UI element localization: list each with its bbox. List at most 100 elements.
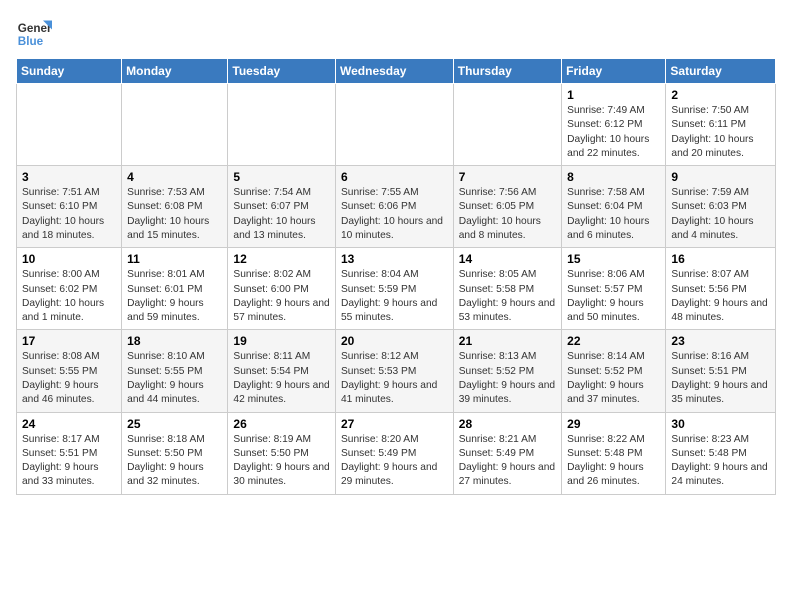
calendar-cell: 1Sunrise: 7:49 AM Sunset: 6:12 PM Daylig… <box>562 84 666 166</box>
calendar-week-row: 10 Sunrise: 8:00 AM Sunset: 6:02 PM Dayli… <box>17 248 776 330</box>
calendar-cell: 20Sunrise: 8:12 AM Sunset: 5:53 PM Dayli… <box>336 330 454 412</box>
day-info: Sunrise: 8:10 AM Sunset: 5:55 PM Dayligh… <box>127 350 222 407</box>
day-number: 9 <box>671 170 770 184</box>
day-number: 28 <box>459 417 556 431</box>
calendar-cell: 3 Sunrise: 7:51 AM Sunset: 6:10 PM Daylig… <box>17 166 122 248</box>
day-number: 23 <box>671 334 770 348</box>
calendar-cell: 28 Sunrise: 8:21 AM Sunset: 5:49 PM Dayli… <box>453 412 561 494</box>
calendar-week-row: 24 Sunrise: 8:17 AM Sunset: 5:51 PM Dayli… <box>17 412 776 494</box>
day-info: Sunrise: 7:51 AM Sunset: 6:10 PM Dayligh… <box>22 186 116 243</box>
calendar-cell: 8 Sunrise: 7:58 AM Sunset: 6:04 PM Daylig… <box>562 166 666 248</box>
day-info: Sunrise: 8:16 AM Sunset: 5:51 PM Dayligh… <box>671 350 770 407</box>
calendar-header-monday: Monday <box>122 59 228 84</box>
svg-text:Blue: Blue <box>18 35 44 48</box>
day-number: 13 <box>341 252 448 266</box>
calendar-cell <box>122 84 228 166</box>
calendar-cell: 22 Sunrise: 8:14 AM Sunset: 5:52 PM Dayli… <box>562 330 666 412</box>
calendar-table: SundayMondayTuesdayWednesdayThursdayFrid… <box>16 58 776 495</box>
day-info: Sunrise: 8:13 AM Sunset: 5:52 PM Dayligh… <box>459 350 556 407</box>
day-info: Sunrise: 7:55 AM Sunset: 6:06 PM Dayligh… <box>341 186 448 243</box>
day-info: Sunrise: 8:23 AM Sunset: 5:48 PM Dayligh… <box>671 433 770 490</box>
day-info: Sunrise: 8:19 AM Sunset: 5:50 PM Dayligh… <box>233 433 330 490</box>
calendar-cell <box>17 84 122 166</box>
calendar-cell: 9 Sunrise: 7:59 AM Sunset: 6:03 PM Daylig… <box>666 166 776 248</box>
day-number: 30 <box>671 417 770 431</box>
day-info: Sunrise: 8:07 AM Sunset: 5:56 PM Dayligh… <box>671 268 770 325</box>
day-number: 5 <box>233 170 330 184</box>
day-number: 27 <box>341 417 448 431</box>
day-info: Sunrise: 7:49 AM Sunset: 6:12 PM Dayligh… <box>567 104 660 161</box>
calendar-cell: 24 Sunrise: 8:17 AM Sunset: 5:51 PM Dayli… <box>17 412 122 494</box>
logo-icon: General Blue <box>16 16 52 52</box>
day-number: 17 <box>22 334 116 348</box>
calendar-cell: 26 Sunrise: 8:19 AM Sunset: 5:50 PM Dayli… <box>228 412 336 494</box>
day-info: Sunrise: 8:04 AM Sunset: 5:59 PM Dayligh… <box>341 268 448 325</box>
day-info: Sunrise: 7:58 AM Sunset: 6:04 PM Dayligh… <box>567 186 660 243</box>
calendar-cell: 15Sunrise: 8:06 AM Sunset: 5:57 PM Dayli… <box>562 248 666 330</box>
day-info: Sunrise: 8:18 AM Sunset: 5:50 PM Dayligh… <box>127 433 222 490</box>
day-number: 2 <box>671 88 770 102</box>
day-number: 14 <box>459 252 556 266</box>
calendar-cell: 21 Sunrise: 8:13 AM Sunset: 5:52 PM Dayli… <box>453 330 561 412</box>
day-number: 29 <box>567 417 660 431</box>
day-info: Sunrise: 8:11 AM Sunset: 5:54 PM Dayligh… <box>233 350 330 407</box>
day-info: Sunrise: 8:20 AM Sunset: 5:49 PM Dayligh… <box>341 433 448 490</box>
calendar-cell: 13 Sunrise: 8:04 AM Sunset: 5:59 PM Dayli… <box>336 248 454 330</box>
day-info: Sunrise: 7:53 AM Sunset: 6:08 PM Dayligh… <box>127 186 222 243</box>
calendar-header-tuesday: Tuesday <box>228 59 336 84</box>
calendar-week-row: 3 Sunrise: 7:51 AM Sunset: 6:10 PM Daylig… <box>17 166 776 248</box>
calendar-cell: 6 Sunrise: 7:55 AM Sunset: 6:06 PM Daylig… <box>336 166 454 248</box>
calendar-cell: 11Sunrise: 8:01 AM Sunset: 6:01 PM Dayli… <box>122 248 228 330</box>
calendar-cell <box>336 84 454 166</box>
day-info: Sunrise: 8:00 AM Sunset: 6:02 PM Dayligh… <box>22 268 116 325</box>
calendar-cell: 12 Sunrise: 8:02 AM Sunset: 6:00 PM Dayli… <box>228 248 336 330</box>
day-number: 21 <box>459 334 556 348</box>
day-info: Sunrise: 8:06 AM Sunset: 5:57 PM Dayligh… <box>567 268 660 325</box>
day-info: Sunrise: 8:02 AM Sunset: 6:00 PM Dayligh… <box>233 268 330 325</box>
day-number: 24 <box>22 417 116 431</box>
calendar-cell: 16 Sunrise: 8:07 AM Sunset: 5:56 PM Dayli… <box>666 248 776 330</box>
calendar-cell: 30 Sunrise: 8:23 AM Sunset: 5:48 PM Dayli… <box>666 412 776 494</box>
page-header: General Blue <box>16 16 776 52</box>
day-number: 7 <box>459 170 556 184</box>
calendar-cell <box>228 84 336 166</box>
day-info: Sunrise: 8:17 AM Sunset: 5:51 PM Dayligh… <box>22 433 116 490</box>
day-info: Sunrise: 7:56 AM Sunset: 6:05 PM Dayligh… <box>459 186 556 243</box>
calendar-cell: 23 Sunrise: 8:16 AM Sunset: 5:51 PM Dayli… <box>666 330 776 412</box>
calendar-header-saturday: Saturday <box>666 59 776 84</box>
day-info: Sunrise: 8:01 AM Sunset: 6:01 PM Dayligh… <box>127 268 222 325</box>
day-number: 26 <box>233 417 330 431</box>
logo: General Blue <box>16 16 52 52</box>
day-number: 18 <box>127 334 222 348</box>
calendar-header-sunday: Sunday <box>17 59 122 84</box>
day-number: 10 <box>22 252 116 266</box>
day-info: Sunrise: 8:22 AM Sunset: 5:48 PM Dayligh… <box>567 433 660 490</box>
day-info: Sunrise: 7:50 AM Sunset: 6:11 PM Dayligh… <box>671 104 770 161</box>
calendar-cell: 2 Sunrise: 7:50 AM Sunset: 6:11 PM Daylig… <box>666 84 776 166</box>
day-info: Sunrise: 8:08 AM Sunset: 5:55 PM Dayligh… <box>22 350 116 407</box>
calendar-cell <box>453 84 561 166</box>
day-number: 8 <box>567 170 660 184</box>
calendar-cell: 17 Sunrise: 8:08 AM Sunset: 5:55 PM Dayli… <box>17 330 122 412</box>
calendar-week-row: 17 Sunrise: 8:08 AM Sunset: 5:55 PM Dayli… <box>17 330 776 412</box>
calendar-cell: 4Sunrise: 7:53 AM Sunset: 6:08 PM Daylig… <box>122 166 228 248</box>
day-number: 6 <box>341 170 448 184</box>
calendar-cell: 10 Sunrise: 8:00 AM Sunset: 6:02 PM Dayli… <box>17 248 122 330</box>
calendar-header-row: SundayMondayTuesdayWednesdayThursdayFrid… <box>17 59 776 84</box>
calendar-cell: 14Sunrise: 8:05 AM Sunset: 5:58 PM Dayli… <box>453 248 561 330</box>
day-info: Sunrise: 8:12 AM Sunset: 5:53 PM Dayligh… <box>341 350 448 407</box>
day-number: 12 <box>233 252 330 266</box>
day-number: 19 <box>233 334 330 348</box>
day-number: 16 <box>671 252 770 266</box>
calendar-cell: 29 Sunrise: 8:22 AM Sunset: 5:48 PM Dayli… <box>562 412 666 494</box>
calendar-cell: 7 Sunrise: 7:56 AM Sunset: 6:05 PM Daylig… <box>453 166 561 248</box>
calendar-cell: 19 Sunrise: 8:11 AM Sunset: 5:54 PM Dayli… <box>228 330 336 412</box>
calendar-cell: 5Sunrise: 7:54 AM Sunset: 6:07 PM Daylig… <box>228 166 336 248</box>
day-number: 22 <box>567 334 660 348</box>
day-info: Sunrise: 7:59 AM Sunset: 6:03 PM Dayligh… <box>671 186 770 243</box>
day-info: Sunrise: 8:21 AM Sunset: 5:49 PM Dayligh… <box>459 433 556 490</box>
calendar-cell: 27 Sunrise: 8:20 AM Sunset: 5:49 PM Dayli… <box>336 412 454 494</box>
calendar-header-thursday: Thursday <box>453 59 561 84</box>
day-number: 3 <box>22 170 116 184</box>
day-info: Sunrise: 8:14 AM Sunset: 5:52 PM Dayligh… <box>567 350 660 407</box>
